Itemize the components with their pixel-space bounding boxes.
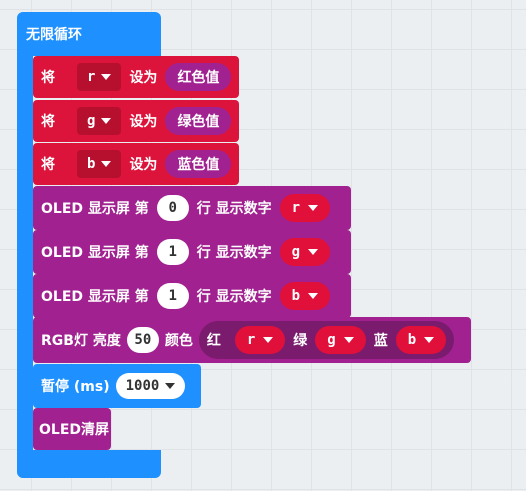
variable-dropdown[interactable]: g (77, 107, 122, 135)
blue-label: 蓝 (373, 333, 388, 349)
brightness-input[interactable]: 50 (126, 327, 159, 353)
set-prefix-label: 将 (41, 114, 55, 130)
variable-reporter-value: b (291, 288, 301, 304)
pause-block[interactable]: 暂停 (ms) 1000 (33, 364, 201, 408)
red-value-reporter[interactable]: 红色值 (165, 63, 232, 91)
green-label: 绿 (293, 333, 308, 349)
variable-dropdown-value: b (87, 156, 96, 172)
color-label: 颜色 (164, 333, 193, 349)
forever-loop-label: 无限循环 (26, 27, 82, 43)
blue-value-reporter[interactable]: 蓝色值 (165, 150, 232, 178)
chevron-down-icon (101, 161, 112, 167)
oled-label: OLED 显示屏 第 (41, 245, 149, 261)
oled-label-2: 行 显示数字 (196, 201, 272, 217)
chevron-down-icon (308, 249, 319, 255)
variable-dropdown[interactable]: r (77, 63, 122, 91)
variable-reporter-value: r (291, 200, 301, 216)
forever-loop-spine (17, 56, 33, 452)
set-to-label: 设为 (129, 157, 158, 173)
set-to-label: 设为 (129, 114, 158, 130)
reporter-label: 蓝色值 (177, 157, 220, 173)
rgb-label: RGB灯 亮度 (41, 333, 121, 349)
oled-clear-block[interactable]: OLED清屏 (33, 408, 111, 450)
chevron-down-icon (101, 118, 112, 124)
variable-dropdown-value: r (87, 69, 96, 85)
set-prefix-label: 将 (41, 70, 55, 86)
line-number-input[interactable]: 0 (156, 195, 189, 221)
green-value-reporter[interactable]: 绿色值 (165, 107, 232, 135)
variable-reporter[interactable]: r (279, 194, 331, 222)
forever-loop-header[interactable]: 无限循环 (17, 12, 161, 56)
rgb-led-block[interactable]: RGB灯 亮度 50 颜色 红 r 绿 g 蓝 b (33, 317, 471, 363)
variable-reporter[interactable]: b (279, 282, 331, 310)
variable-dropdown-value: g (87, 113, 96, 129)
chevron-down-icon (424, 337, 435, 343)
variable-reporter-value: b (407, 332, 417, 348)
blue-variable-reporter[interactable]: b (395, 326, 447, 354)
chevron-down-icon (263, 337, 274, 343)
reporter-label: 绿色值 (177, 114, 220, 130)
pause-duration-value: 1000 (125, 378, 160, 394)
oled-label-2: 行 显示数字 (196, 245, 272, 261)
reporter-label: 红色值 (177, 70, 220, 86)
color-reporter[interactable]: 红 r 绿 g 蓝 b (198, 321, 455, 359)
oled-label: OLED 显示屏 第 (41, 201, 149, 217)
oled-label-2: 行 显示数字 (196, 289, 272, 305)
pause-label: 暂停 (ms) (41, 379, 110, 395)
variable-reporter-value: r (246, 332, 256, 348)
set-variable-block-b[interactable]: 将 b 设为 蓝色值 (33, 143, 239, 185)
pause-duration-dropdown[interactable]: 1000 (115, 373, 186, 399)
variable-reporter-value: g (291, 244, 301, 260)
variable-reporter[interactable]: g (279, 238, 331, 266)
oled-show-number-block-2[interactable]: OLED 显示屏 第 1 行 显示数字 g (33, 230, 351, 274)
oled-show-number-block-3[interactable]: OLED 显示屏 第 1 行 显示数字 b (33, 274, 351, 318)
chevron-down-icon (308, 205, 319, 211)
line-number-input[interactable]: 1 (156, 239, 189, 265)
green-variable-reporter[interactable]: g (315, 326, 366, 354)
variable-reporter-value: g (327, 332, 336, 348)
variable-dropdown[interactable]: b (77, 150, 122, 178)
chevron-down-icon (101, 74, 112, 80)
line-number-input[interactable]: 1 (156, 283, 189, 309)
chevron-down-icon (165, 383, 176, 389)
red-variable-reporter[interactable]: r (234, 326, 286, 354)
set-to-label: 设为 (129, 70, 158, 86)
red-label: 红 (206, 333, 221, 349)
oled-clear-label: OLED清屏 (39, 422, 110, 438)
chevron-down-icon (343, 337, 354, 343)
oled-label: OLED 显示屏 第 (41, 289, 149, 305)
set-variable-block-r[interactable]: 将 r 设为 红色值 (33, 56, 239, 98)
set-variable-block-g[interactable]: 将 g 设为 绿色值 (33, 100, 239, 142)
forever-loop-footer (17, 450, 161, 478)
chevron-down-icon (308, 293, 319, 299)
oled-show-number-block-1[interactable]: OLED 显示屏 第 0 行 显示数字 r (33, 186, 351, 230)
set-prefix-label: 将 (41, 157, 55, 173)
